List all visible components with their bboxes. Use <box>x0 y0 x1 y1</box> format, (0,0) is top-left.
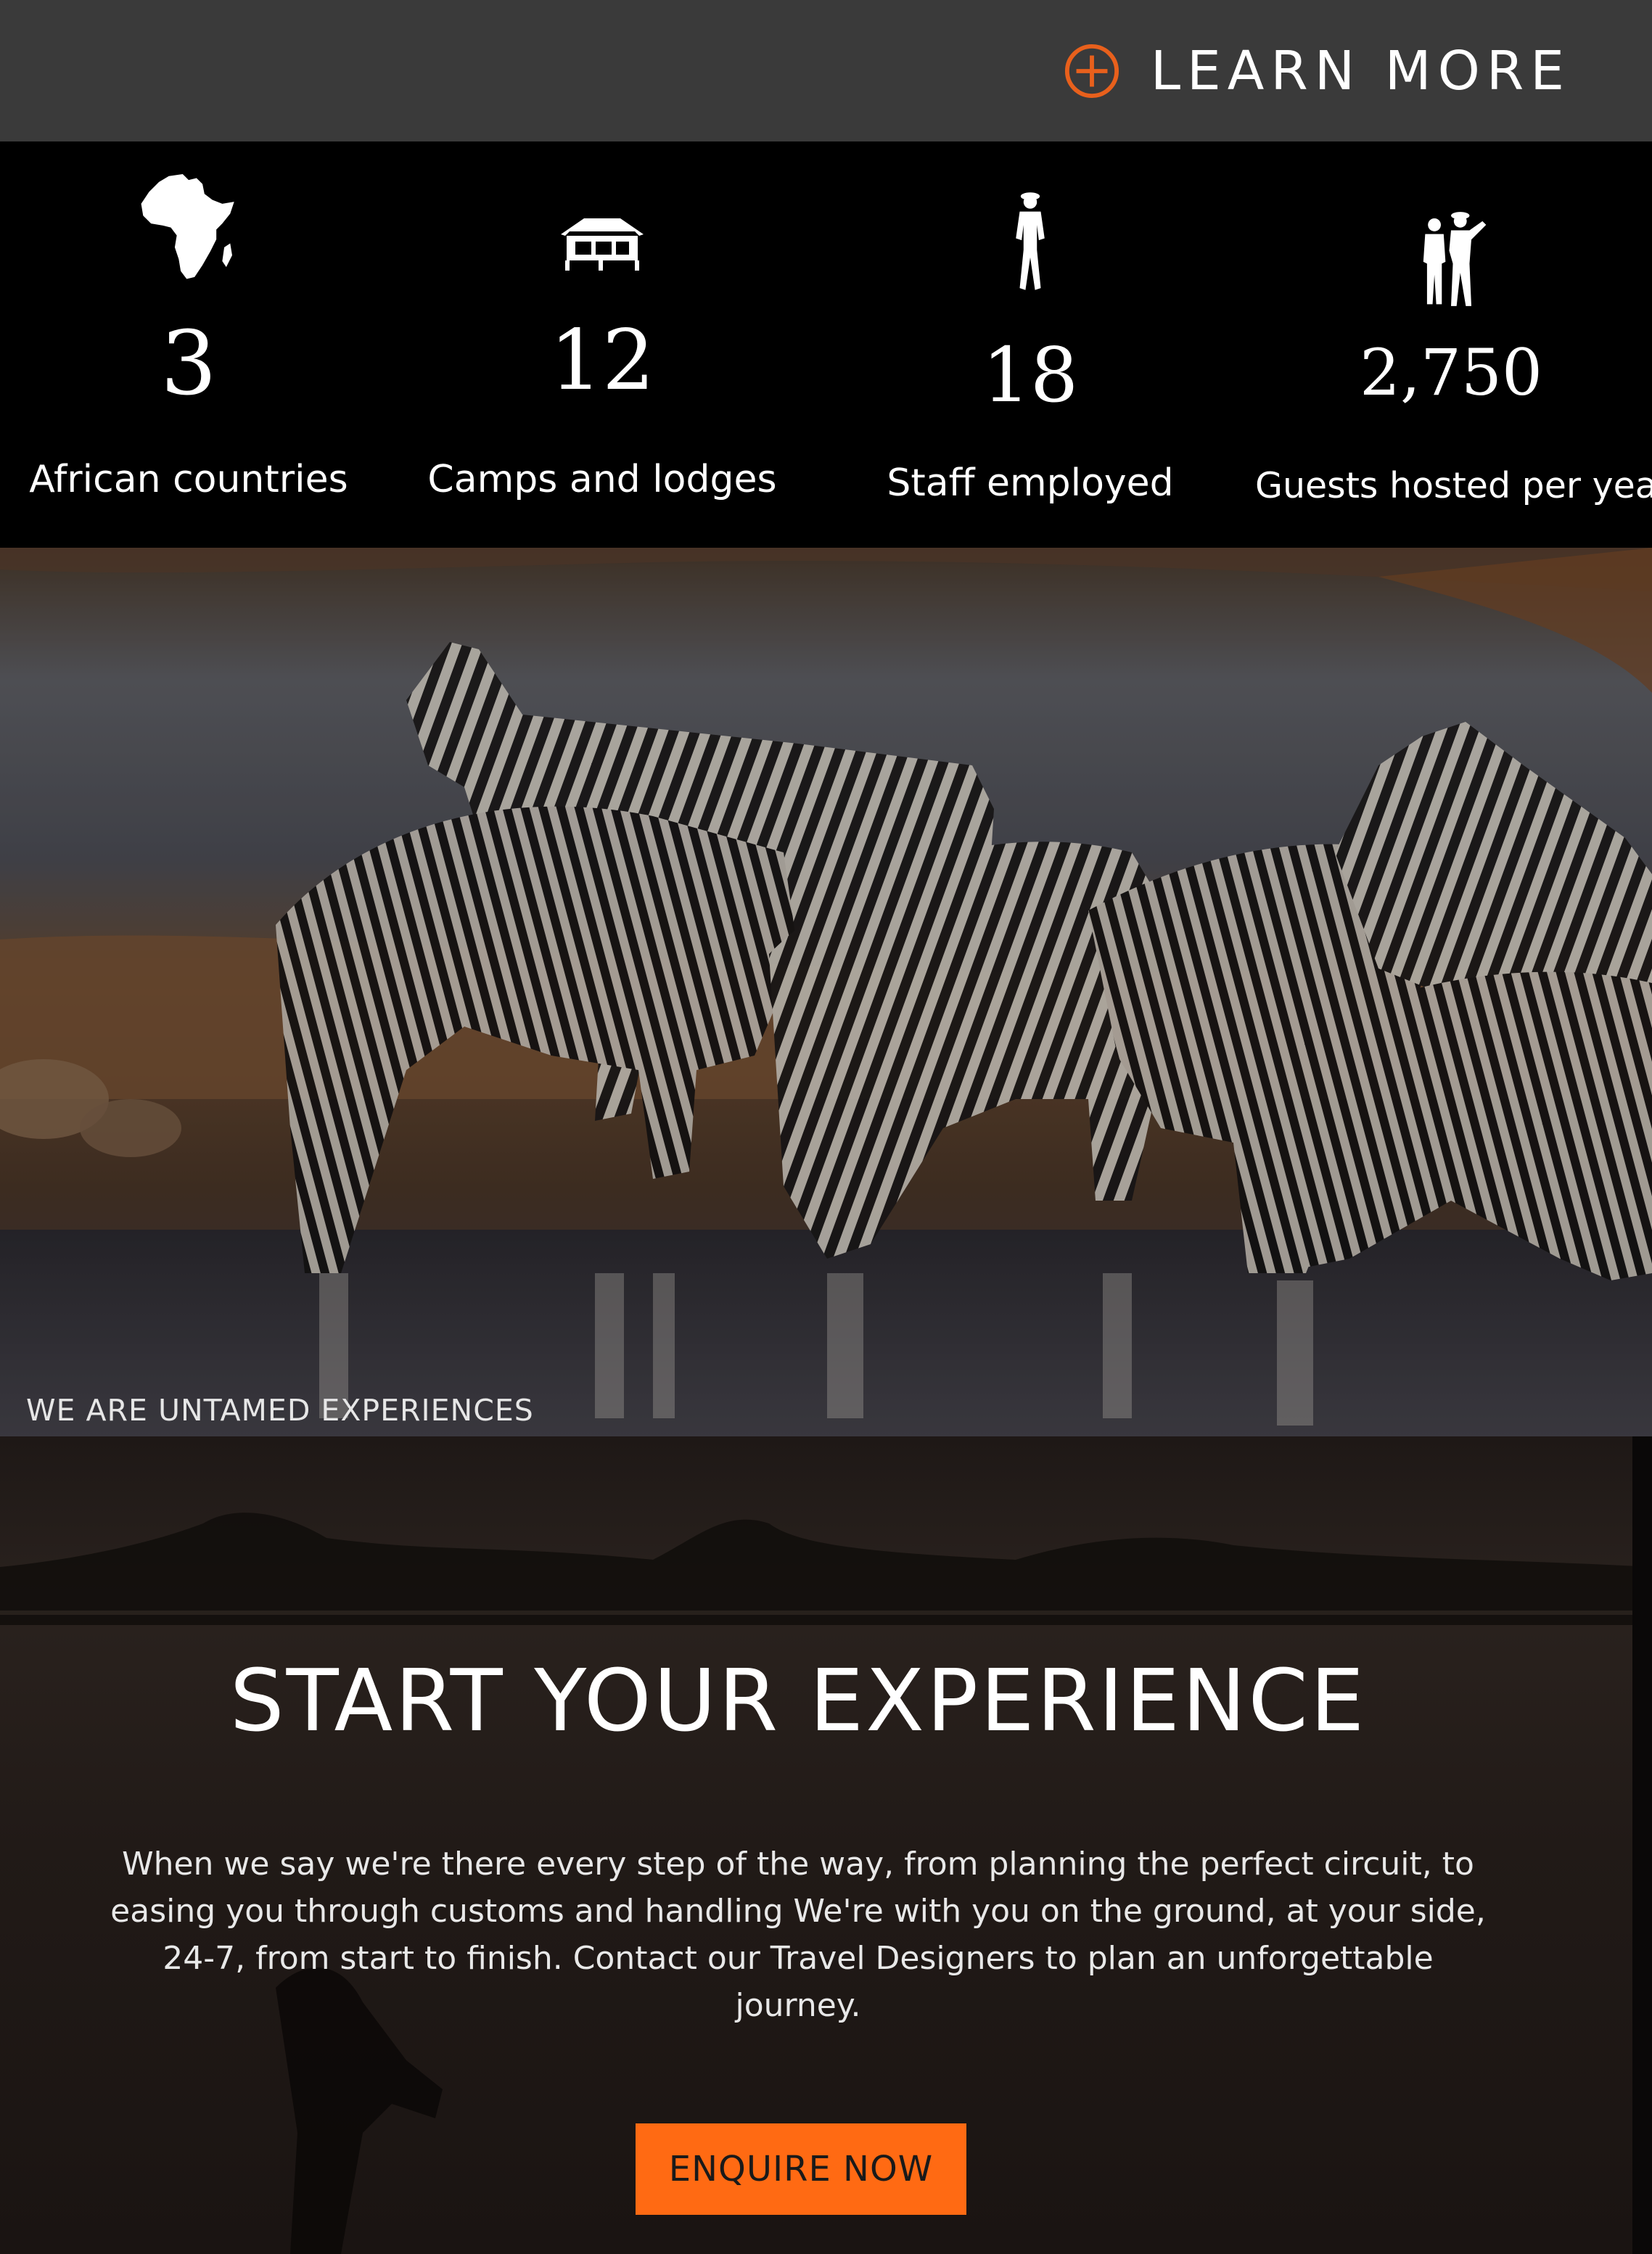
stat-camps: 12 Camps and lodges <box>414 141 791 548</box>
stat-staff: 18 Staff employed <box>842 141 1219 548</box>
safari-tent-icon <box>561 218 644 271</box>
africa-map-icon <box>141 174 234 279</box>
stat-guests: 2,750 Guests hosted per year <box>1255 141 1652 548</box>
guests-icon <box>1423 212 1487 306</box>
stat-label: Camps and lodges <box>427 458 777 501</box>
cta-body: When we say we're there every step of th… <box>110 1846 1486 2024</box>
enquire-now-button[interactable]: ENQUIRE NOW <box>636 2123 966 2215</box>
plus-circle-icon <box>1064 44 1119 99</box>
cta-title: START YOUR EXPERIENCE <box>229 1650 1367 1751</box>
stat-countries: 3 African countries <box>0 141 377 548</box>
stat-value: 3 <box>160 312 217 415</box>
stat-value: 2,750 <box>1360 335 1542 410</box>
learn-more-label: LEARN MORE <box>1150 40 1571 102</box>
learn-more-link[interactable]: LEARN MORE <box>1064 36 1571 106</box>
stat-value: 18 <box>982 331 1079 419</box>
hero-caption: WE ARE UNTAMED EXPERIENCES <box>26 1393 534 1428</box>
stat-value: 12 <box>549 312 655 408</box>
ranger-icon <box>1016 192 1045 290</box>
top-bar: LEARN MORE <box>0 0 1652 141</box>
stats-section: 3 African countries 12 Camps and lodges … <box>0 141 1652 548</box>
stat-label: Staff employed <box>887 461 1174 505</box>
hero-image: WE ARE UNTAMED EXPERIENCES <box>0 548 1652 1436</box>
stat-label: African countries <box>29 458 348 501</box>
stat-label: Guests hosted per year <box>1255 465 1652 506</box>
zebras-drinking-photo <box>0 548 1652 1436</box>
